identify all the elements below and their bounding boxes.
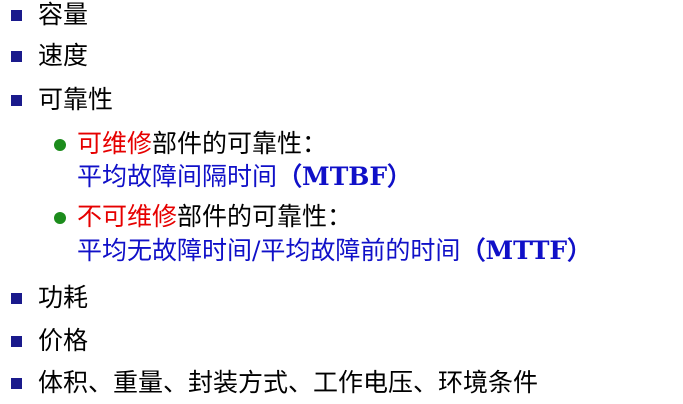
list-item-power: 功耗	[38, 283, 89, 312]
bullet-square-icon	[11, 95, 22, 106]
subitem-repairable-heading: 可维修部件的可靠性：	[77, 129, 327, 159]
subitem-nonrepairable-rest: 部件的可靠性：	[177, 202, 353, 231]
list-item-capacity: 容量	[38, 0, 89, 29]
list-item-reliability: 可靠性	[38, 85, 114, 114]
list-item-price: 价格	[38, 326, 89, 355]
bullet-square-icon	[11, 293, 22, 304]
list-item-physical: 体积、重量、封装方式、工作电压、环境条件	[38, 368, 539, 397]
bullet-square-icon	[11, 336, 22, 347]
subitem-repairable-definition-text: 平均故障间隔时间	[77, 162, 278, 191]
list-item-speed: 速度	[38, 41, 89, 70]
subitem-repairable-definition: 平均故障间隔时间（MTBF）	[77, 162, 412, 192]
bullet-dot-icon	[54, 212, 66, 224]
bullet-square-icon	[11, 51, 22, 62]
slide: 容量 速度 可靠性 可维修部件的可靠性： 平均故障间隔时间（MTBF） 不可维修…	[0, 0, 683, 404]
bullet-square-icon	[11, 378, 22, 389]
bullet-square-icon	[11, 10, 22, 21]
bullet-dot-icon	[54, 139, 66, 151]
subitem-repairable-highlight: 可维修	[77, 129, 153, 158]
subitem-nonrepairable-definition: 平均无故障时间/平均故障前的时间（MTTF）	[77, 236, 592, 266]
subitem-repairable-rest: 部件的可靠性：	[152, 129, 328, 158]
subitem-nonrepairable-highlight: 不可维修	[77, 202, 178, 231]
subitem-nonrepairable-abbr: （MTTF）	[460, 236, 593, 265]
subitem-repairable-abbr: （MTBF）	[277, 162, 413, 191]
subitem-nonrepairable-definition-text: 平均无故障时间/平均故障前的时间	[77, 236, 461, 265]
subitem-nonrepairable-heading: 不可维修部件的可靠性：	[77, 202, 352, 232]
